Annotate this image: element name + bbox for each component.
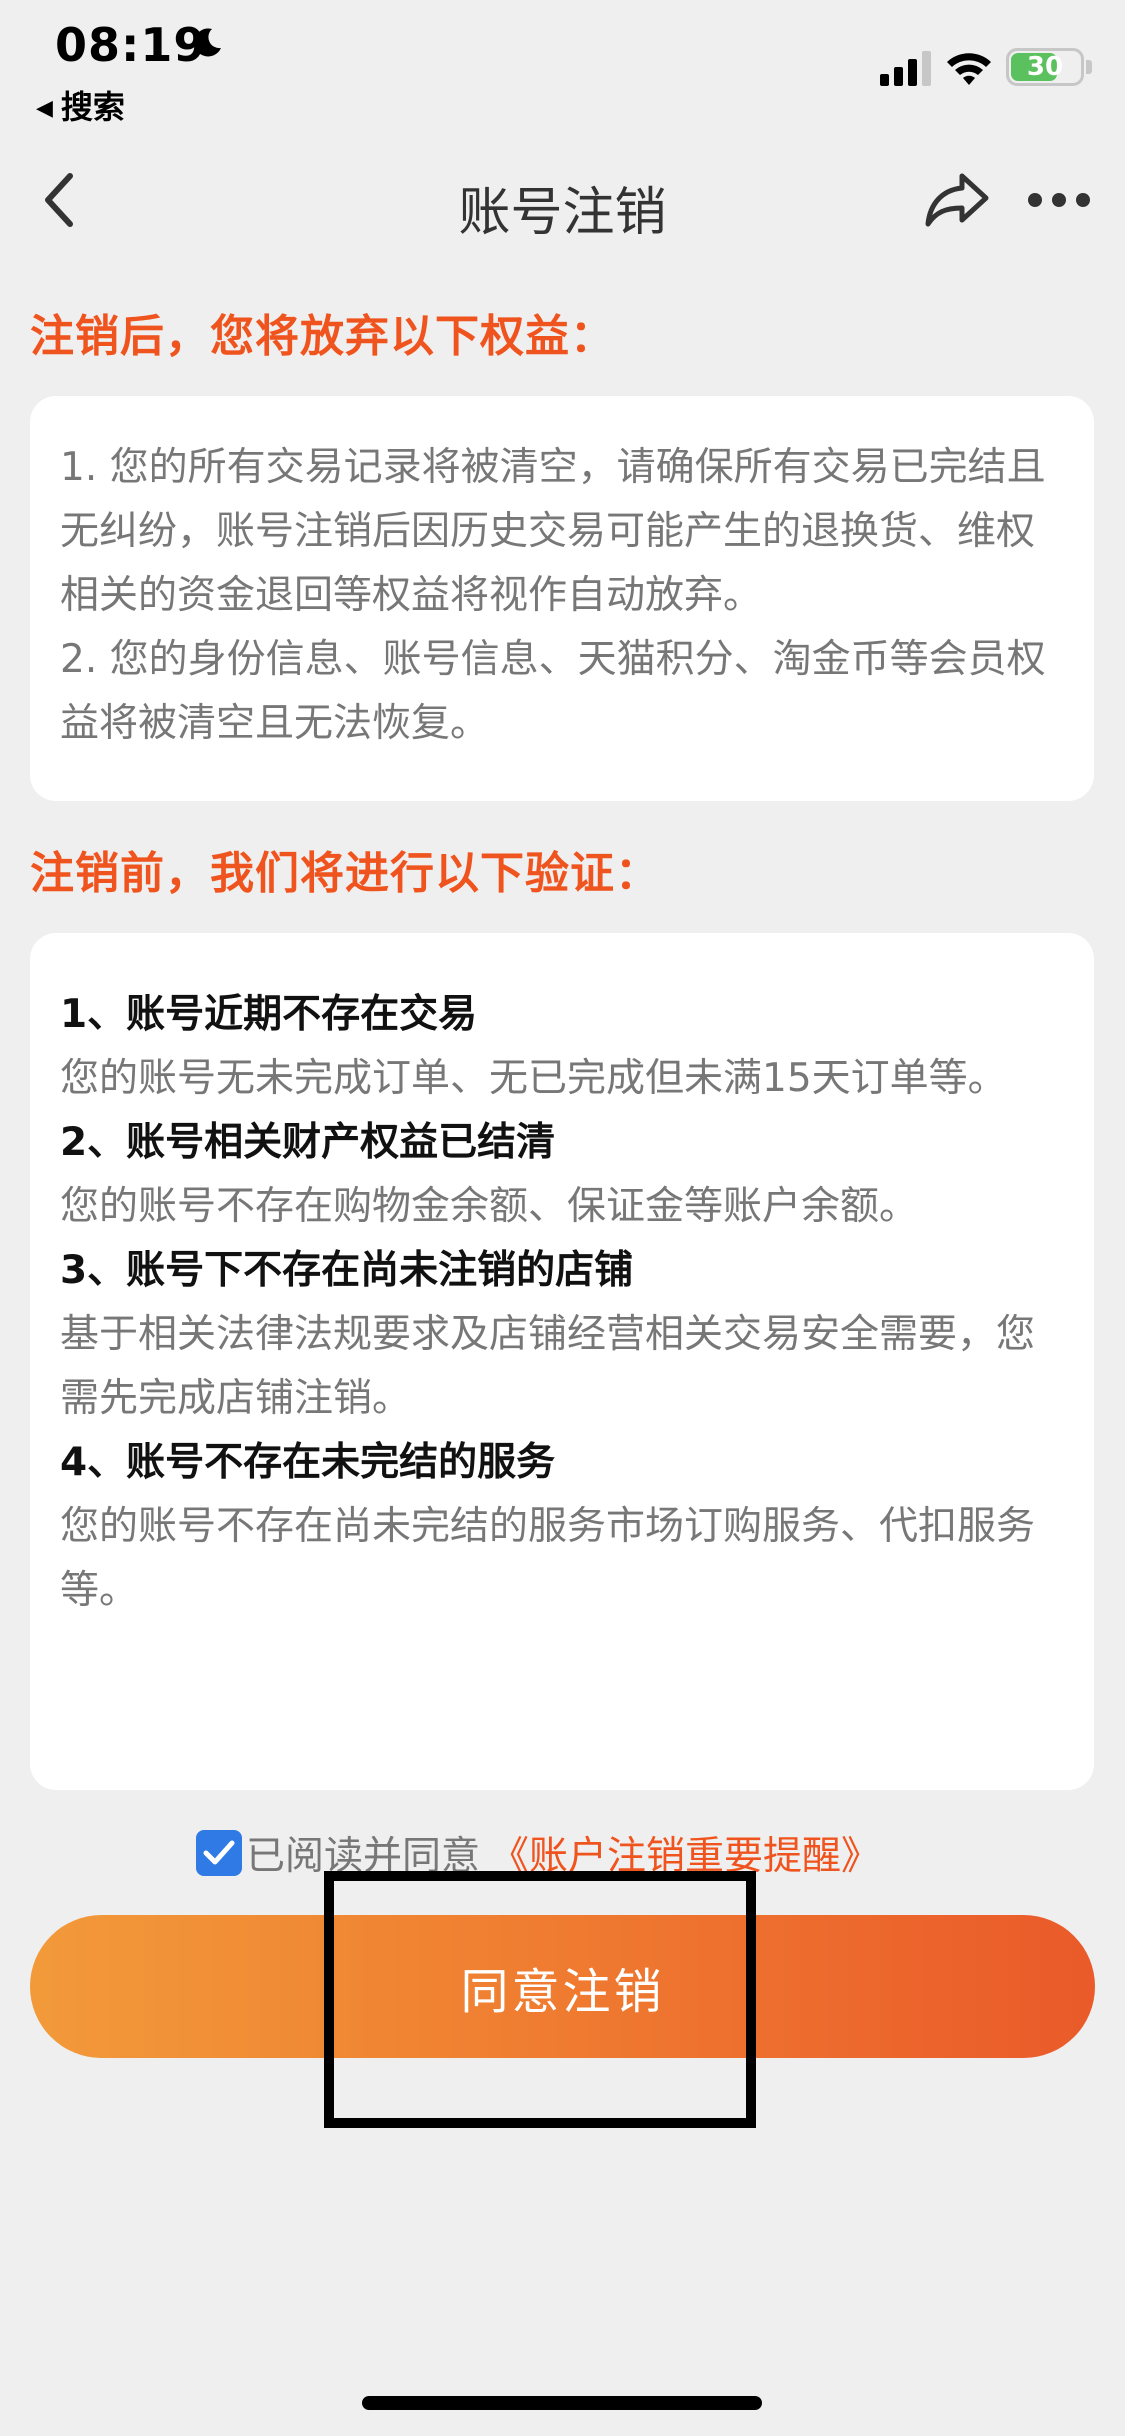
back-app-label: 搜索: [60, 88, 125, 126]
back-triangle-icon: ◀: [36, 96, 53, 121]
check-icon: [203, 1840, 235, 1865]
battery-percent: 30: [1026, 52, 1064, 82]
status-time: 08:19: [55, 18, 207, 72]
home-indicator: [362, 2396, 762, 2410]
highlight-box: [324, 1871, 756, 2128]
moon-icon: [194, 28, 221, 57]
verification-item-desc: 您的账号无未完成订单、无已完成但未满15天订单等。: [60, 1056, 1007, 1101]
more-options-icon[interactable]: [1026, 188, 1092, 212]
status-bar: 08:19 ◀ 搜索 30: [0, 0, 1125, 130]
verification-item-title: 3、账号下不存在尚未注销的店铺: [60, 1248, 634, 1293]
verification-item-desc: 基于相关法律法规要求及店铺经营相关交易安全需要，您需先完成店铺注销。: [60, 1312, 1036, 1421]
navigation-bar: 账号注销: [0, 140, 1125, 265]
verification-item-title: 2、账号相关财产权益已结清: [60, 1120, 556, 1165]
back-to-app-link[interactable]: ◀ 搜索: [36, 82, 125, 128]
verification-item-desc: 您的账号不存在尚未完结的服务市场订购服务、代扣服务等。: [60, 1504, 1036, 1613]
share-icon[interactable]: [922, 170, 992, 230]
benefits-card: 1. 您的所有交易记录将被清空，请确保所有交易已完结且无纠纷，账号注销后因历史交…: [30, 396, 1094, 801]
agreement-checkbox[interactable]: [196, 1830, 242, 1876]
section-heading-verification: 注销前，我们将进行以下验证：: [30, 848, 660, 899]
benefit-paragraph: 2. 您的身份信息、账号信息、天猫积分、淘金币等会员权益将被清空且无法恢复。: [60, 637, 1046, 746]
verification-item-title: 1、账号近期不存在交易: [60, 992, 478, 1037]
section-heading-benefits: 注销后，您将放弃以下权益：: [30, 311, 615, 362]
verification-item-desc: 您的账号不存在购物金余额、保证金等账户余额。: [60, 1184, 919, 1229]
wifi-icon: [947, 53, 991, 85]
benefit-paragraph: 1. 您的所有交易记录将被清空，请确保所有交易已完结且无纠纷，账号注销后因历史交…: [60, 445, 1046, 618]
battery-cap: [1086, 60, 1092, 74]
battery-indicator: 30: [1006, 48, 1084, 86]
verification-item-title: 4、账号不存在未完结的服务: [60, 1440, 556, 1485]
cellular-signal-icon: [880, 51, 931, 86]
verification-card: 1、账号近期不存在交易 您的账号无未完成订单、无已完成但未满15天订单等。 2、…: [30, 933, 1094, 1790]
